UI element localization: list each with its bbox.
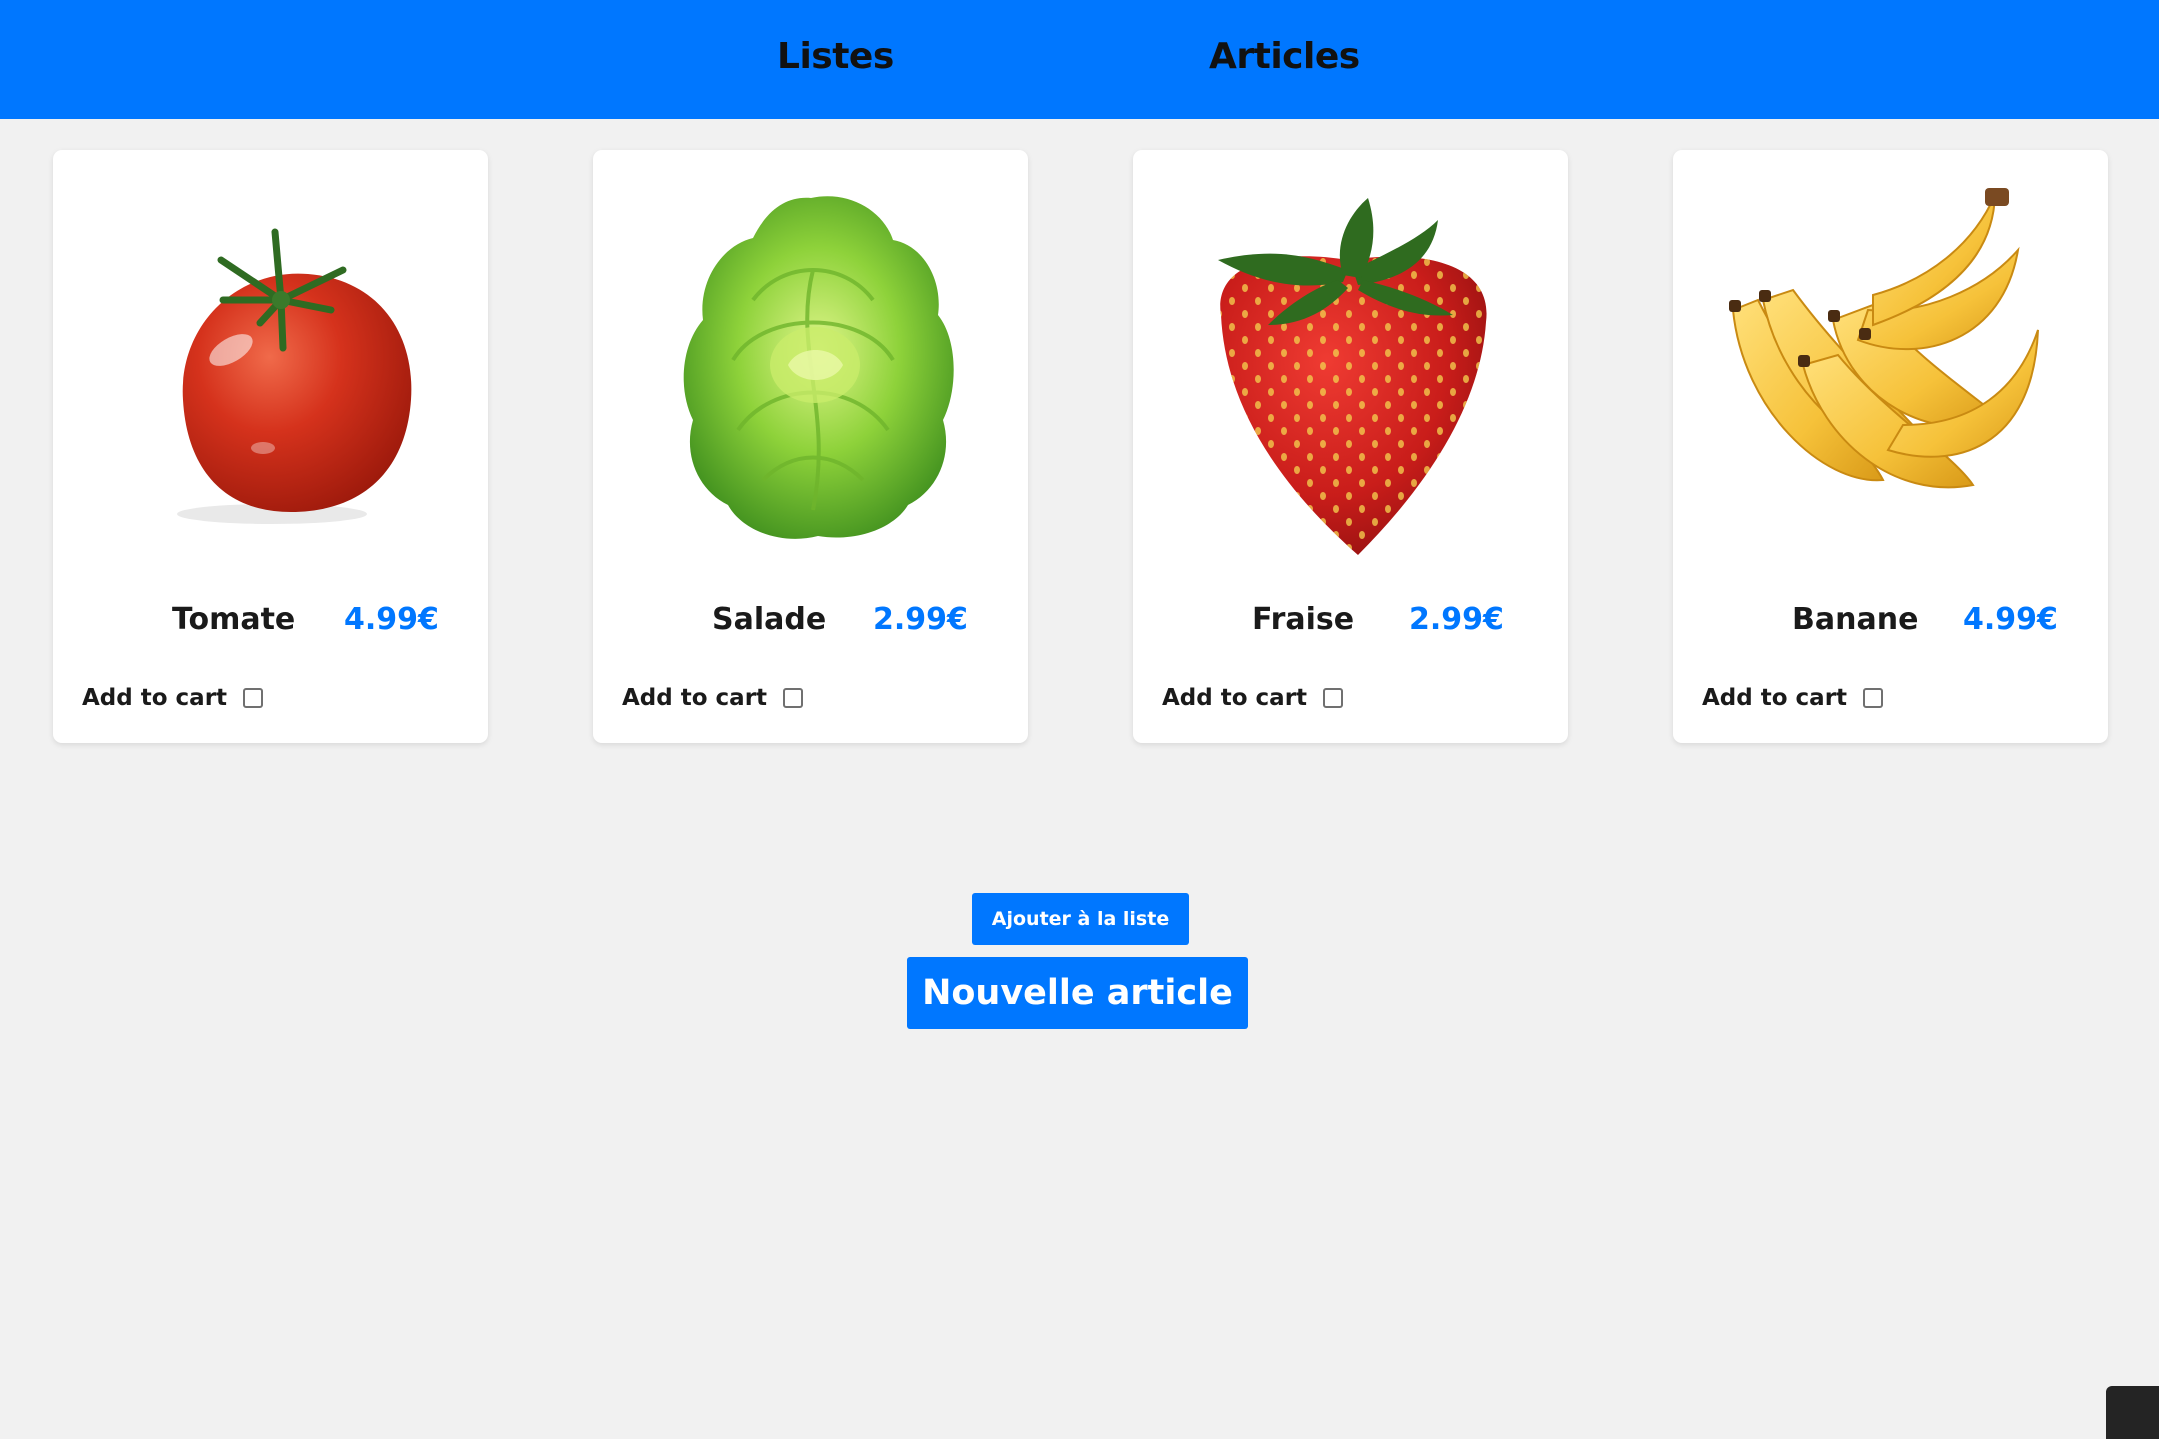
corner-widget[interactable] bbox=[2106, 1386, 2159, 1439]
lettuce-image bbox=[593, 150, 1028, 580]
product-card-tomate: Tomate 4.99€ Add to cart bbox=[53, 150, 488, 743]
product-name: Tomate bbox=[172, 602, 296, 637]
add-to-cart-row: Add to cart bbox=[1162, 683, 1344, 713]
add-to-list-button[interactable]: Ajouter à la liste bbox=[972, 893, 1189, 945]
product-name: Banane bbox=[1792, 602, 1919, 637]
add-to-cart-checkbox[interactable] bbox=[1323, 688, 1344, 708]
product-price: 2.99€ bbox=[1409, 602, 1504, 637]
product-card-banane: Banane 4.99€ Add to cart bbox=[1673, 150, 2108, 743]
tomato-image bbox=[53, 150, 488, 580]
add-to-cart-checkbox[interactable] bbox=[1863, 688, 1884, 708]
product-card-fraise: Fraise 2.99€ Add to cart bbox=[1133, 150, 1568, 743]
nav-link-articles[interactable]: Articles bbox=[1209, 36, 1360, 77]
strawberry-image bbox=[1133, 150, 1568, 580]
add-to-cart-checkbox[interactable] bbox=[783, 688, 804, 708]
add-to-cart-label: Add to cart bbox=[622, 685, 768, 711]
add-to-cart-row: Add to cart bbox=[1702, 683, 1884, 713]
top-navbar: Listes Articles bbox=[0, 0, 2159, 119]
product-name: Salade bbox=[712, 602, 827, 637]
product-name: Fraise bbox=[1252, 602, 1355, 637]
add-to-cart-checkbox[interactable] bbox=[243, 688, 264, 708]
banana-image bbox=[1673, 150, 2108, 580]
product-price: 2.99€ bbox=[873, 602, 968, 637]
product-card-salade: Salade 2.99€ Add to cart bbox=[593, 150, 1028, 743]
add-to-cart-label: Add to cart bbox=[82, 685, 228, 711]
add-to-cart-row: Add to cart bbox=[622, 683, 804, 713]
add-to-cart-label: Add to cart bbox=[1702, 685, 1848, 711]
add-to-cart-label: Add to cart bbox=[1162, 685, 1308, 711]
product-price: 4.99€ bbox=[344, 602, 439, 637]
nav-link-listes[interactable]: Listes bbox=[777, 36, 894, 77]
new-article-button[interactable]: Nouvelle article bbox=[907, 957, 1248, 1029]
product-price: 4.99€ bbox=[1963, 602, 2058, 637]
add-to-cart-row: Add to cart bbox=[82, 683, 264, 713]
